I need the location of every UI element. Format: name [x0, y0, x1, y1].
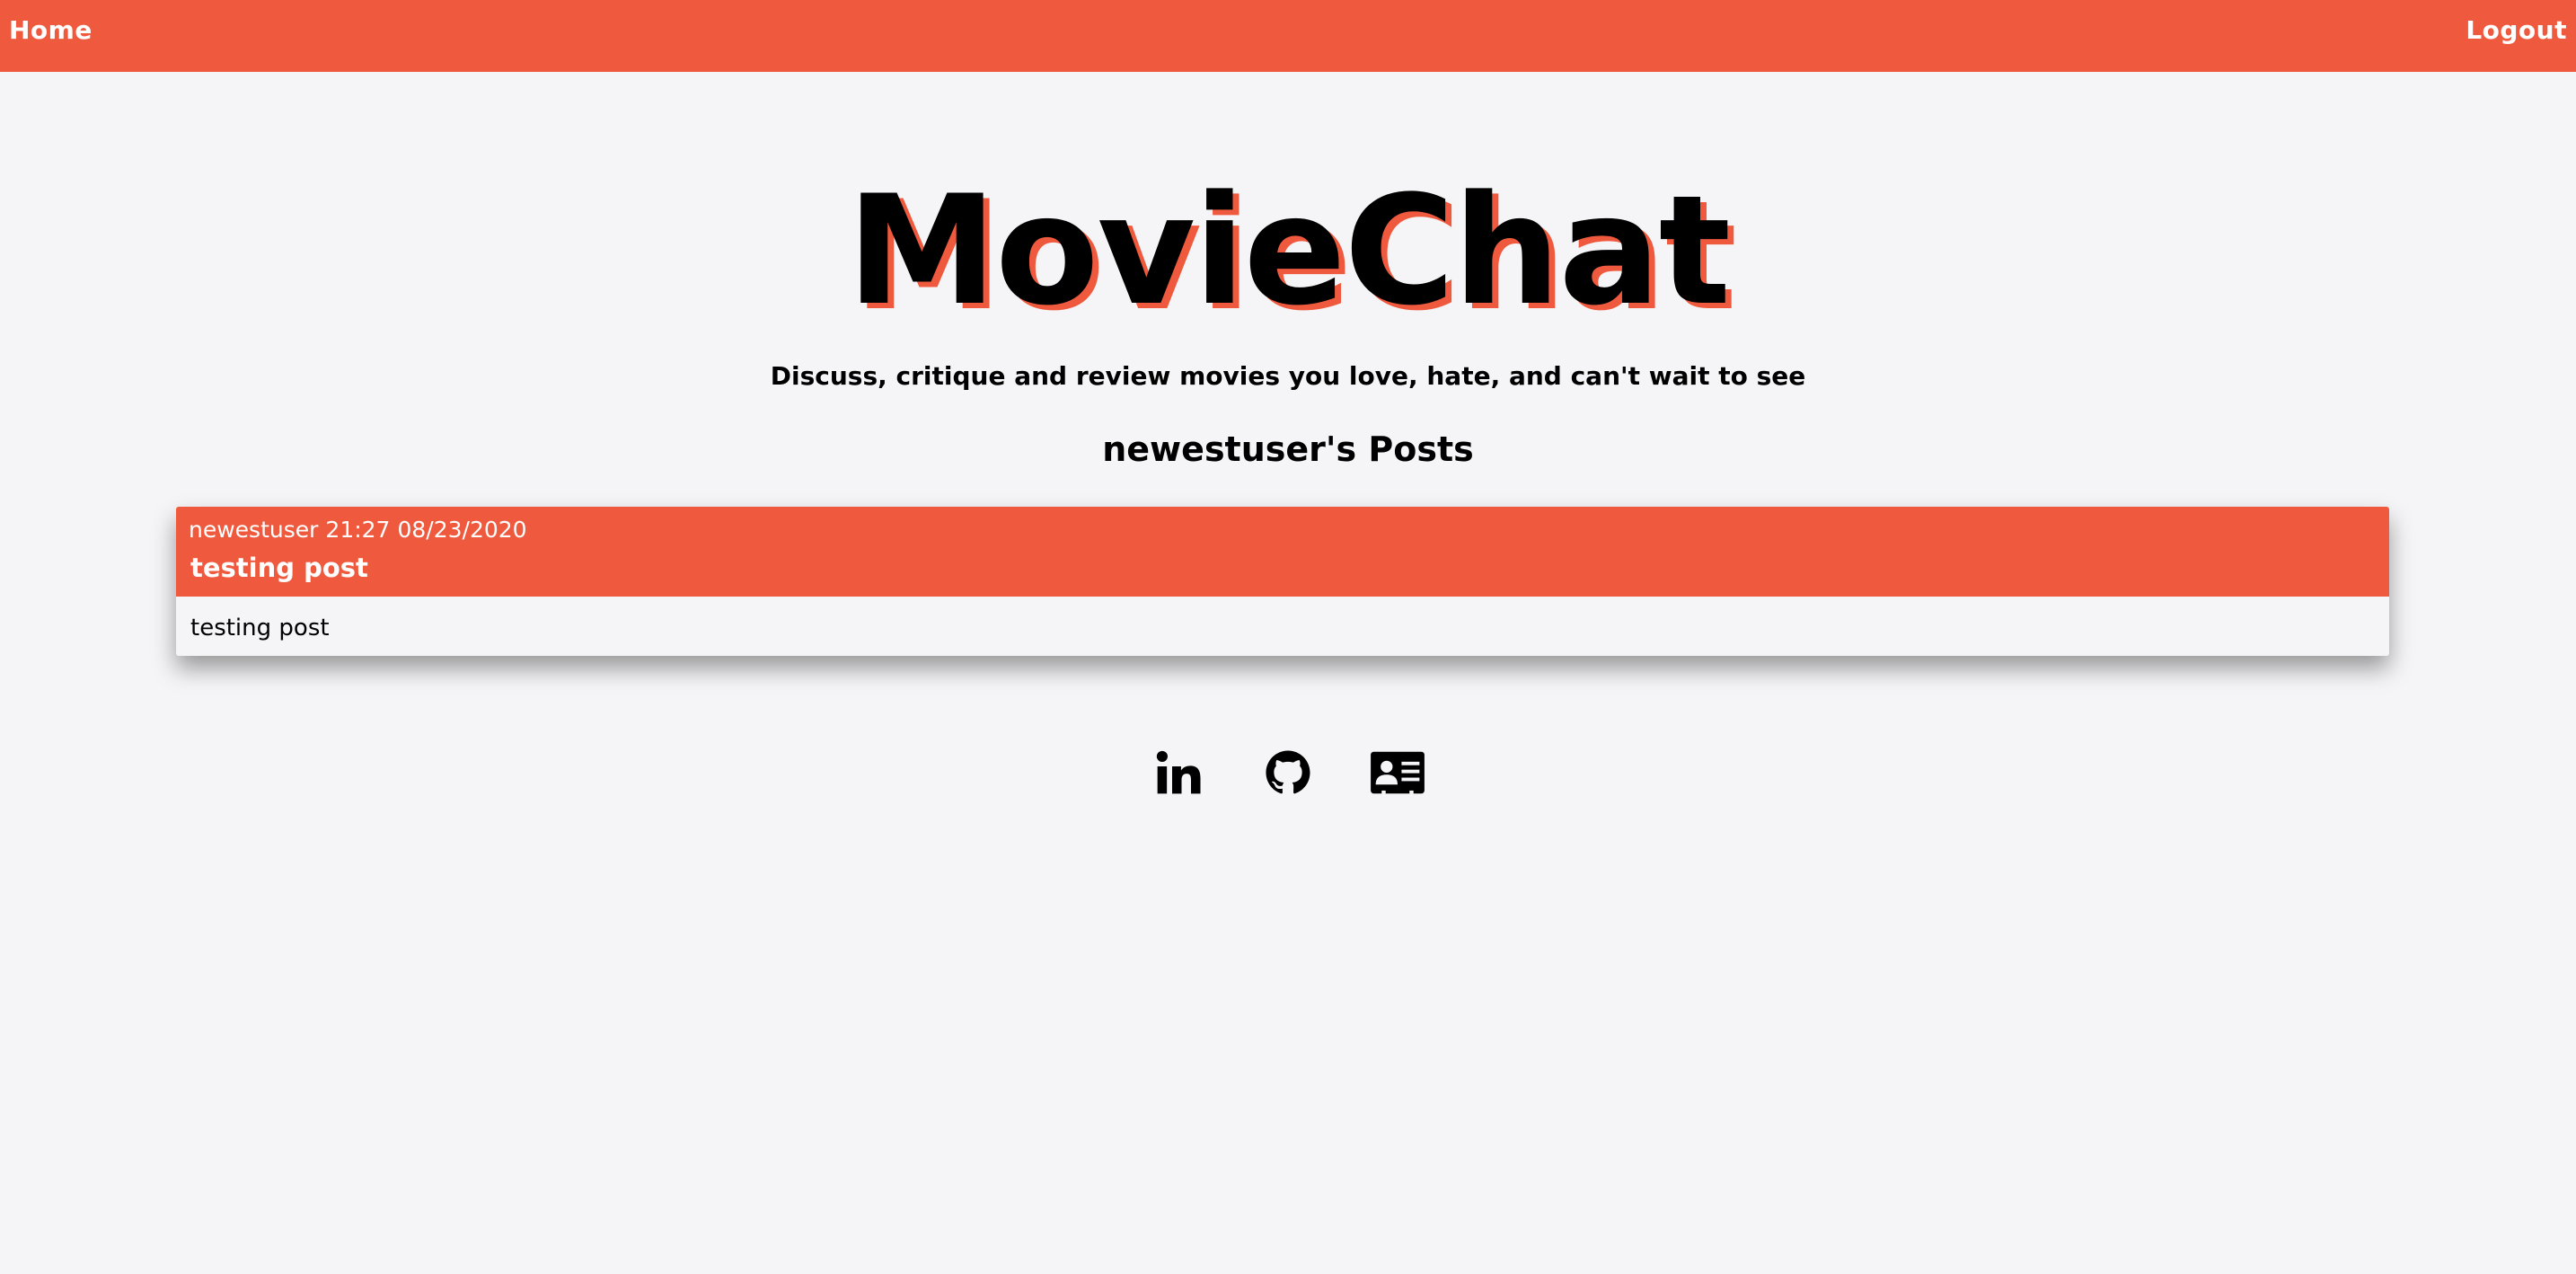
post-header: newestuser 21:27 08/23/2020 testing post: [176, 507, 2389, 597]
post-card: newestuser 21:27 08/23/2020 testing post…: [176, 507, 2389, 656]
social-links: [0, 748, 2576, 798]
site-title: MovieChat: [846, 163, 1731, 339]
post-body: testing post: [190, 615, 330, 641]
linkedin-icon[interactable]: [1151, 748, 1206, 798]
site-tagline: Discuss, critique and review movies you …: [770, 361, 1806, 391]
post-date: 08/23/2020: [397, 517, 527, 543]
home-link[interactable]: Home: [9, 15, 93, 45]
post-title: testing post: [190, 552, 368, 583]
post-time: 21:27: [325, 517, 391, 543]
linkedin-icon: [1156, 750, 1201, 794]
github-icon: [1266, 750, 1310, 794]
contact-card-icon: [1371, 751, 1425, 795]
logout-link[interactable]: Logout: [2466, 15, 2567, 45]
post-meta: newestuser 21:27 08/23/2020: [189, 516, 2377, 545]
post-author: newestuser: [189, 517, 319, 543]
github-icon[interactable]: [1260, 748, 1316, 798]
posts-heading: newestuser's Posts: [1102, 429, 1474, 469]
top-navbar: Home Logout: [0, 0, 2576, 72]
contact-card-icon[interactable]: [1370, 748, 1425, 798]
